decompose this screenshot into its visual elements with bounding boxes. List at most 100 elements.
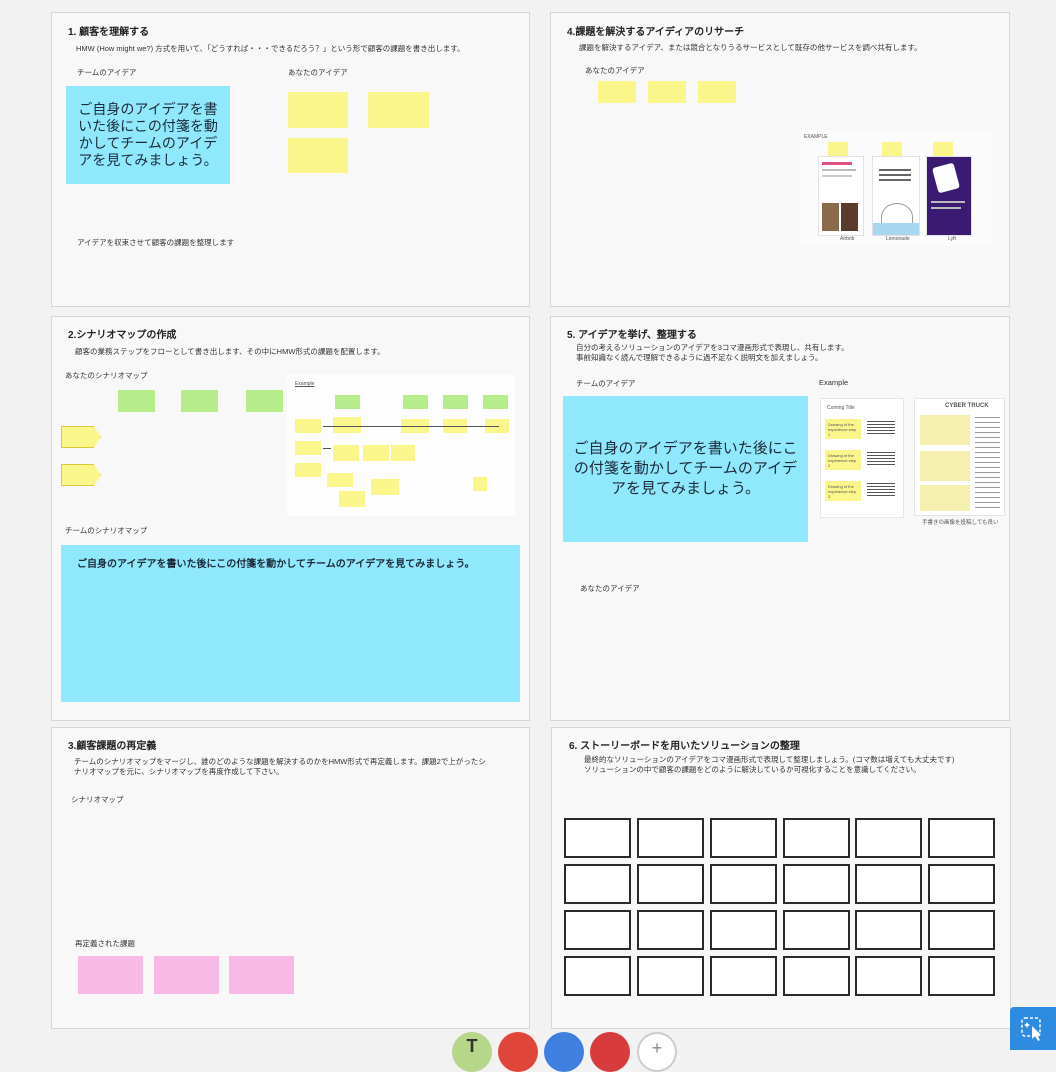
frame-4-title: 4.課題を解決するアイディアのリサーチ xyxy=(567,27,745,38)
storyboard-cell[interactable] xyxy=(637,864,704,904)
idea-sticky[interactable] xyxy=(288,138,348,173)
lines xyxy=(867,452,895,466)
mini-sticky: Drawing of the experience step 2 xyxy=(825,450,861,470)
mini-sticky: Drawing of the experience step 3 xyxy=(825,481,861,501)
example-step xyxy=(333,445,359,461)
frame-4-description: 課題を解決するアイデア、または競合となりうるサービスとして既存の他サービスを調べ… xyxy=(579,43,922,52)
idea-sticky[interactable] xyxy=(648,81,686,103)
your-ideas-label: あなたのアイデア xyxy=(580,584,640,593)
cyber-truck-example: CYBER TRUCK xyxy=(914,398,1005,516)
storyboard-cell[interactable] xyxy=(928,956,995,996)
example-phase xyxy=(483,395,508,409)
storyboard-cell[interactable] xyxy=(710,910,777,950)
team-ideas-cover-sticky[interactable]: ご自身のアイデアを書いた後にこの付箋を動かしてチームのアイデアを見てみましょう。 xyxy=(563,396,808,542)
team-scenario-label: チームのシナリオマップ xyxy=(65,526,148,535)
airbnb-screenshot xyxy=(818,156,864,236)
idea-sticky[interactable] xyxy=(598,81,636,103)
step-arrow-sticky[interactable] xyxy=(61,426,101,448)
example-step xyxy=(371,479,399,495)
example-note-sticky xyxy=(828,142,848,156)
storyboard-cell[interactable] xyxy=(564,956,631,996)
collaborator-avatar[interactable] xyxy=(590,1032,630,1072)
redefined-issue-label: 再定義された課題 xyxy=(75,939,135,948)
converge-label: アイデアを収束させて顧客の課題を整理します xyxy=(77,238,235,247)
step-arrow-sticky[interactable] xyxy=(61,464,101,486)
example-note-sticky xyxy=(933,142,953,156)
lyft-caption: Lyft xyxy=(948,236,956,242)
storyboard-cell[interactable] xyxy=(928,910,995,950)
lemonade-caption: Lemonade xyxy=(886,236,910,242)
lines xyxy=(867,483,895,497)
sketch-panel xyxy=(920,485,970,511)
storyboard-cell[interactable] xyxy=(710,864,777,904)
storyboard-cell[interactable] xyxy=(637,910,704,950)
storyboard-cell[interactable] xyxy=(855,864,922,904)
example-note-sticky xyxy=(882,142,902,156)
collaborator-avatar[interactable] xyxy=(498,1032,538,1072)
research-example-board: EXAMPLE Airbnb Lemonade Lyft xyxy=(800,130,993,245)
frame-6-description-1: 最終的なソリューションのアイデアをコマ漫画形式で表現して整理しましょう。(コマ数… xyxy=(584,755,955,764)
your-ideas-label: あなたのアイデア xyxy=(585,66,645,75)
three-panel-example: Coming Title Drawing of the experience s… xyxy=(820,398,904,518)
storyboard-cell[interactable] xyxy=(783,864,850,904)
example-step xyxy=(391,445,415,461)
example-step xyxy=(295,463,321,477)
storyboard-grid xyxy=(564,818,997,998)
example-step xyxy=(295,441,321,455)
frame-3-title: 3.顧客課題の再定義 xyxy=(68,741,157,752)
sketch-panel xyxy=(920,451,970,481)
team-scenario-cover-sticky[interactable]: ご自身のアイデアを書いた後にこの付箋を動かしてチームのアイデアを見てみましょう。 xyxy=(61,545,520,702)
phase-sticky[interactable] xyxy=(181,390,218,412)
redefined-issue-sticky[interactable] xyxy=(154,956,219,994)
example-step xyxy=(473,477,487,491)
lemonade-screenshot xyxy=(872,156,920,236)
airbnb-caption: Airbnb xyxy=(840,236,855,242)
frame-1-title: 1. 顧客を理解する xyxy=(68,27,150,38)
storyboard-cell[interactable] xyxy=(855,956,922,996)
redefined-issue-sticky[interactable] xyxy=(229,956,294,994)
flow-line xyxy=(323,426,499,427)
storyboard-cell[interactable] xyxy=(564,910,631,950)
sparkle-cursor-icon xyxy=(1021,1016,1041,1041)
flow-line xyxy=(323,448,331,449)
sketch-lines xyxy=(975,417,1000,509)
collaborator-avatar[interactable]: T xyxy=(452,1032,492,1072)
your-ideas-label: あなたのアイデア xyxy=(288,68,348,77)
example-label: Example xyxy=(819,378,849,387)
collaborator-avatar[interactable] xyxy=(544,1032,584,1072)
team-ideas-cover-sticky[interactable]: ご自身のアイデアを書いた後にこの付箋を動かしてチームのアイデアを見てみましょう。 xyxy=(66,86,230,184)
your-scenario-label: あなたのシナリオマップ xyxy=(65,371,148,380)
idea-sticky[interactable] xyxy=(368,92,429,128)
mini-sticky: Drawing of the experience step 1 xyxy=(825,419,861,439)
sketch-panel xyxy=(920,415,970,445)
example-phase xyxy=(335,395,360,409)
ai-assist-button[interactable] xyxy=(1010,1007,1056,1050)
phase-sticky[interactable] xyxy=(246,390,283,412)
redefined-issue-sticky[interactable] xyxy=(78,956,143,994)
idea-sticky[interactable] xyxy=(288,92,348,128)
storyboard-cell[interactable] xyxy=(855,910,922,950)
phase-sticky[interactable] xyxy=(118,390,155,412)
add-collaborator-button[interactable]: + xyxy=(637,1032,677,1072)
storyboard-cell[interactable] xyxy=(637,956,704,996)
frame-5-title: 5. アイデアを挙げ、整理する xyxy=(567,330,697,341)
example-phase xyxy=(443,395,468,409)
storyboard-cell[interactable] xyxy=(783,956,850,996)
storyboard-cell[interactable] xyxy=(710,956,777,996)
idea-sticky[interactable] xyxy=(698,81,736,103)
storyboard-cell[interactable] xyxy=(855,818,922,858)
storyboard-cell[interactable] xyxy=(928,818,995,858)
storyboard-cell[interactable] xyxy=(710,818,777,858)
storyboard-cell[interactable] xyxy=(637,818,704,858)
storyboard-cell[interactable] xyxy=(783,910,850,950)
lines xyxy=(867,421,895,435)
storyboard-cell[interactable] xyxy=(564,818,631,858)
storyboard-cell[interactable] xyxy=(783,818,850,858)
examples-label: EXAMPLE xyxy=(804,134,828,140)
cyber-truck-title: CYBER TRUCK xyxy=(945,403,989,409)
frame-6-description-2: ソリューションの中で顧客の課題をどのように解決しているか可視化することを意識して… xyxy=(584,765,921,774)
storyboard-cell[interactable] xyxy=(564,864,631,904)
storyboard-cell[interactable] xyxy=(928,864,995,904)
example-step xyxy=(363,445,389,461)
frame-3-description: チームのシナリオマップをマージし、誰のどのような課題を解決するのかをHMW形式で… xyxy=(74,757,486,776)
